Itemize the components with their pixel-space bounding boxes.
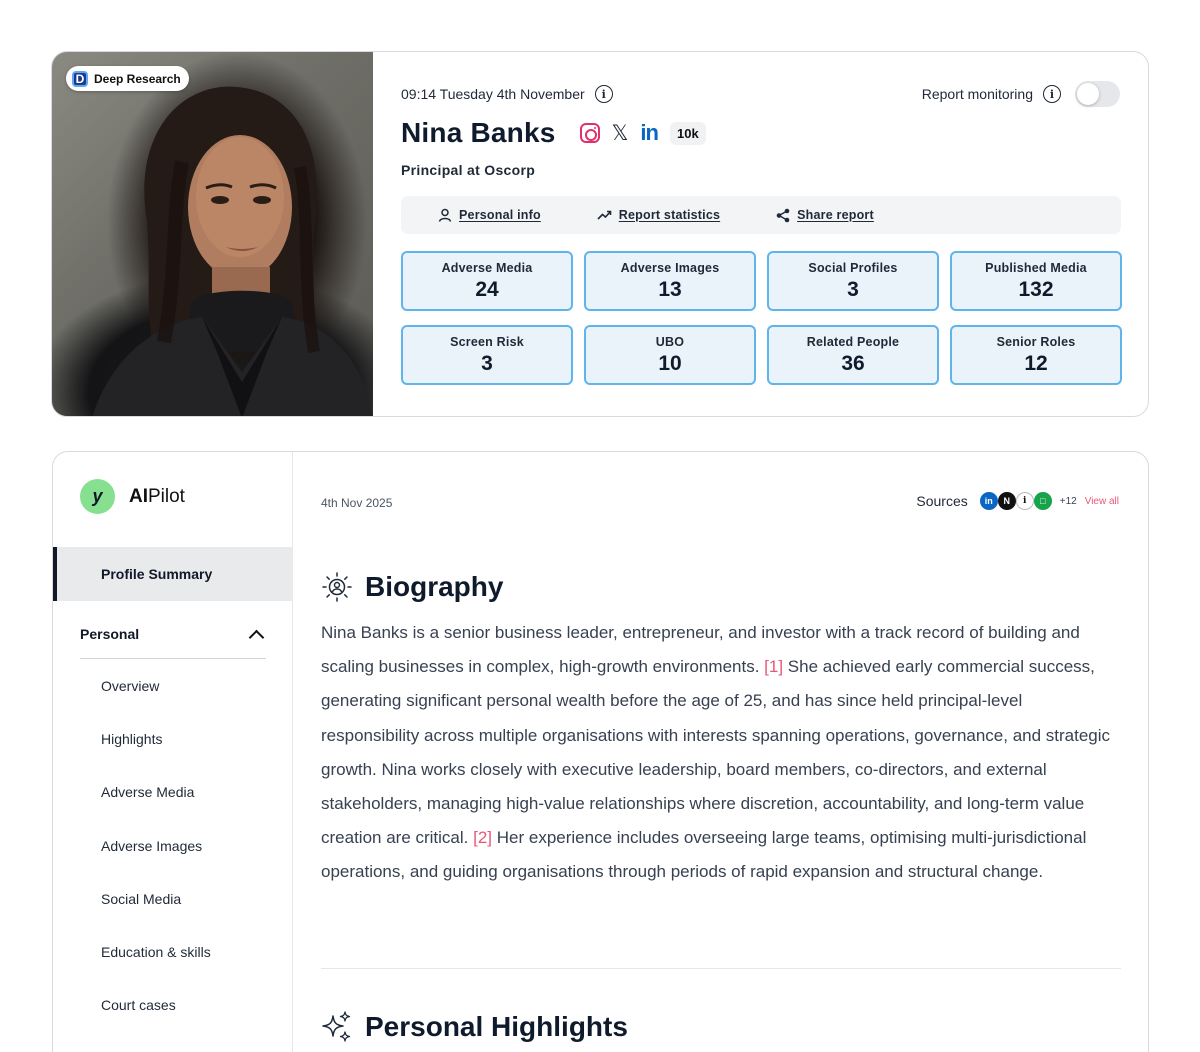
brand-name-rest: Pilot — [148, 485, 185, 507]
sources-view-all-link[interactable]: View all — [1085, 496, 1119, 507]
biography-person-icon — [322, 572, 352, 602]
stat-screen-risk[interactable]: Screen Risk 3 — [401, 325, 573, 385]
follower-count-badge: 10k — [669, 121, 706, 145]
sidebar-item-overview[interactable]: Overview — [101, 659, 211, 712]
report-statistics-link[interactable]: Report statistics — [597, 208, 720, 222]
name-row: Nina Banks 𝕏 in 10k — [401, 117, 706, 149]
stat-value: 12 — [1024, 351, 1048, 375]
instagram-icon[interactable] — [579, 123, 600, 143]
stat-label: UBO — [655, 334, 685, 349]
stat-value: 132 — [1018, 277, 1054, 301]
section-divider — [321, 968, 1121, 969]
sidebar-item-social-media[interactable]: Social Media — [101, 872, 211, 925]
timestamp-row: 09:14 Tuesday 4th November i — [401, 85, 613, 103]
biography-heading: Biography — [321, 571, 503, 603]
social-links: 𝕏 in 10k — [579, 121, 706, 145]
share-report-link[interactable]: Share report — [776, 208, 874, 223]
sources-more-count: +12 — [1059, 495, 1077, 507]
news-source-icon[interactable]: N — [997, 492, 1016, 510]
stat-value: 24 — [475, 277, 499, 301]
stat-adverse-images[interactable]: Adverse Images 13 — [584, 251, 756, 311]
citation-link[interactable]: [1] — [764, 657, 783, 676]
share-icon — [776, 208, 790, 222]
stat-value: 10 — [658, 351, 682, 375]
stat-label: Senior Roles — [996, 334, 1076, 349]
sources-row: Sources in N i □ +12 View all — [916, 492, 1119, 510]
sidebar-item-adverse-images[interactable]: Adverse Images — [101, 819, 211, 872]
profile-card: D Deep Research 09:14 Tuesday 4th Novemb… — [51, 51, 1149, 417]
personal-info-label: Personal info — [459, 208, 541, 222]
stat-published-media[interactable]: Published Media 132 — [950, 251, 1122, 311]
stat-label: Published Media — [985, 260, 1087, 275]
report-monitoring-label: Report monitoring — [921, 86, 1033, 102]
profile-info: 09:14 Tuesday 4th November i Report moni… — [373, 52, 1148, 416]
brand-name-bold: AI — [129, 485, 148, 507]
monitoring-info-icon[interactable]: i — [1043, 85, 1061, 103]
deep-research-logo-icon: D — [72, 70, 88, 87]
citation-link[interactable]: [2] — [473, 828, 492, 847]
sidebar: y AIPilot Profile Summary Personal Overv… — [53, 452, 293, 1052]
linkedin-icon[interactable]: in — [640, 122, 659, 144]
person-icon — [438, 208, 452, 222]
deep-research-label: Deep Research — [94, 71, 181, 86]
stat-adverse-media[interactable]: Adverse Media 24 — [401, 251, 573, 311]
stat-ubo[interactable]: UBO 10 — [584, 325, 756, 385]
report-panel: y AIPilot Profile Summary Personal Overv… — [52, 451, 1149, 1052]
stat-label: Adverse Media — [441, 260, 533, 275]
brand: y AIPilot — [80, 479, 185, 514]
info-source-icon[interactable]: i — [1015, 492, 1034, 510]
sources-label: Sources — [916, 493, 968, 509]
bio-text-part: She achieved early commercial success, g… — [321, 657, 1111, 848]
sidebar-item-profile-summary[interactable]: Profile Summary — [53, 547, 293, 601]
report-monitoring-toggle[interactable] — [1075, 81, 1120, 107]
stat-label: Social Profiles — [808, 260, 898, 275]
chevron-up-icon — [248, 629, 265, 645]
profile-actions-bar: Personal info Report statistics Share re… — [401, 196, 1121, 234]
brand-name: AIPilot — [129, 486, 185, 508]
profile-role: Principal at Oscorp — [401, 162, 536, 178]
profile-photo: D Deep Research — [52, 52, 373, 416]
personal-highlights-title: Personal Highlights — [365, 1011, 628, 1042]
deep-research-badge: D Deep Research — [66, 66, 189, 91]
sidebar-item-court-cases[interactable]: Court cases — [101, 979, 211, 1032]
stat-related-people[interactable]: Related People 36 — [767, 325, 939, 385]
report-date: 4th Nov 2025 — [321, 496, 393, 510]
sidebar-section-label: Personal — [80, 626, 140, 642]
stat-value: 3 — [847, 277, 859, 301]
stat-label: Screen Risk — [450, 334, 524, 349]
x-icon[interactable]: 𝕏 — [612, 122, 629, 144]
biography-title: Biography — [365, 571, 504, 602]
personal-info-link[interactable]: Personal info — [438, 208, 541, 222]
sidebar-item-highlights[interactable]: Highlights — [101, 712, 211, 765]
report-statistics-label: Report statistics — [618, 208, 721, 222]
stats-grid: Adverse Media 24 Adverse Images 13 Socia… — [401, 251, 1122, 385]
stat-social-profiles[interactable]: Social Profiles 3 — [767, 251, 939, 311]
green-source-icon[interactable]: □ — [1033, 492, 1052, 510]
stat-value: 13 — [658, 277, 682, 301]
share-report-label: Share report — [797, 208, 874, 222]
stat-label: Adverse Images — [620, 260, 720, 275]
linkedin-source-icon[interactable]: in — [979, 492, 998, 510]
sidebar-items: Overview Highlights Adverse Media Advers… — [101, 659, 211, 1032]
toggle-knob — [1077, 83, 1099, 105]
sidebar-item-adverse-media[interactable]: Adverse Media — [101, 766, 211, 819]
stat-value: 3 — [481, 351, 493, 375]
sparkles-icon — [322, 1011, 351, 1042]
sidebar-item-education-skills[interactable]: Education & skills — [101, 925, 211, 978]
stat-label: Related People — [806, 334, 900, 349]
report-timestamp: 09:14 Tuesday 4th November — [401, 86, 585, 102]
report-content: 4th Nov 2025 Sources in N i □ +12 View a… — [293, 452, 1148, 1052]
stat-senior-roles[interactable]: Senior Roles 12 — [950, 325, 1122, 385]
stat-value: 36 — [841, 351, 865, 375]
personal-highlights-heading: Personal Highlights — [321, 1010, 628, 1044]
profile-name: Nina Banks — [401, 117, 556, 148]
timestamp-info-icon[interactable]: i — [594, 85, 613, 103]
sidebar-section-personal[interactable]: Personal — [80, 610, 266, 659]
biography-text: Nina Banks is a senior business leader, … — [321, 616, 1121, 890]
aipilot-logo-icon: y — [80, 479, 115, 514]
trend-icon — [597, 210, 612, 220]
report-monitoring: Report monitoring i — [922, 81, 1120, 107]
